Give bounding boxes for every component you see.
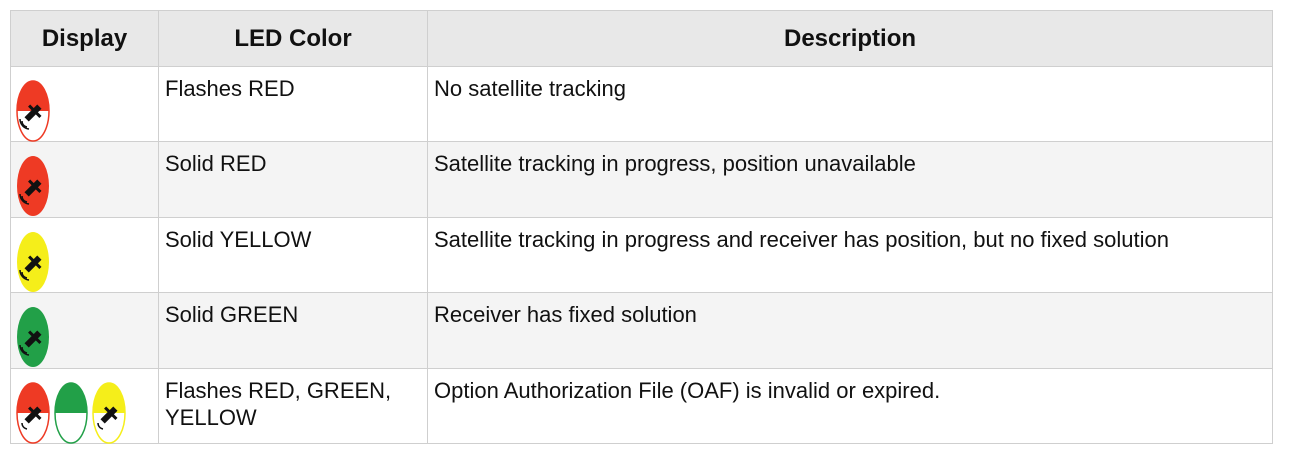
display-cell — [10, 292, 159, 369]
led-color-label: Solid RED — [165, 151, 267, 176]
led-color-label: Flashes RED, GREEN, YELLOW — [165, 378, 392, 430]
description-text: Receiver has fixed solution — [434, 302, 697, 327]
table-row: Solid YELLOW Satellite tracking in progr… — [10, 217, 1273, 293]
led-color-cell: Solid RED — [158, 141, 428, 218]
led-color-cell: Solid GREEN — [158, 292, 428, 369]
led-green-solid-icon — [17, 307, 49, 367]
display-cell — [10, 141, 159, 218]
led-color-label: Solid GREEN — [165, 302, 299, 327]
led-red-flashing-icon — [16, 80, 50, 142]
description-text: Option Authorization File (OAF) is inval… — [434, 378, 941, 403]
table-row: Flashes RED No satellite tracking — [10, 66, 1273, 142]
description-cell: Receiver has fixed solution — [427, 292, 1273, 369]
description-cell: Option Authorization File (OAF) is inval… — [427, 368, 1273, 444]
table-header-row: Display LED Color Description — [10, 10, 1273, 67]
description-cell: No satellite tracking — [427, 66, 1273, 142]
description-text: No satellite tracking — [434, 76, 626, 101]
header-led-color: LED Color — [158, 10, 428, 67]
table-row: Solid GREEN Receiver has fixed solution — [10, 292, 1273, 369]
led-color-cell: Flashes RED — [158, 66, 428, 142]
led-yellow-solid-icon — [17, 232, 49, 292]
description-cell: Satellite tracking in progress, position… — [427, 141, 1273, 218]
led-color-cell: Solid YELLOW — [158, 217, 428, 293]
led-color-label: Flashes RED — [165, 76, 295, 101]
led-color-cell: Flashes RED, GREEN, YELLOW — [158, 368, 428, 444]
header-display: Display — [10, 10, 159, 67]
description-cell: Satellite tracking in progress and recei… — [427, 217, 1273, 293]
header-description: Description — [427, 10, 1273, 67]
table-row: Solid RED Satellite tracking in progress… — [10, 141, 1273, 218]
led-red-solid-icon — [17, 156, 49, 216]
description-text: Satellite tracking in progress, position… — [434, 151, 916, 176]
display-cell — [10, 217, 159, 293]
led-red-green-yellow-flashing-icon — [16, 382, 126, 444]
description-text: Satellite tracking in progress and recei… — [434, 227, 1169, 252]
led-color-label: Solid YELLOW — [165, 227, 312, 252]
display-cell — [10, 368, 159, 444]
display-cell — [10, 66, 159, 142]
table-row: Flashes RED, GREEN, YELLOW Option Author… — [10, 368, 1273, 444]
led-status-table: Display LED Color Description Flashes RE… — [10, 10, 1273, 444]
